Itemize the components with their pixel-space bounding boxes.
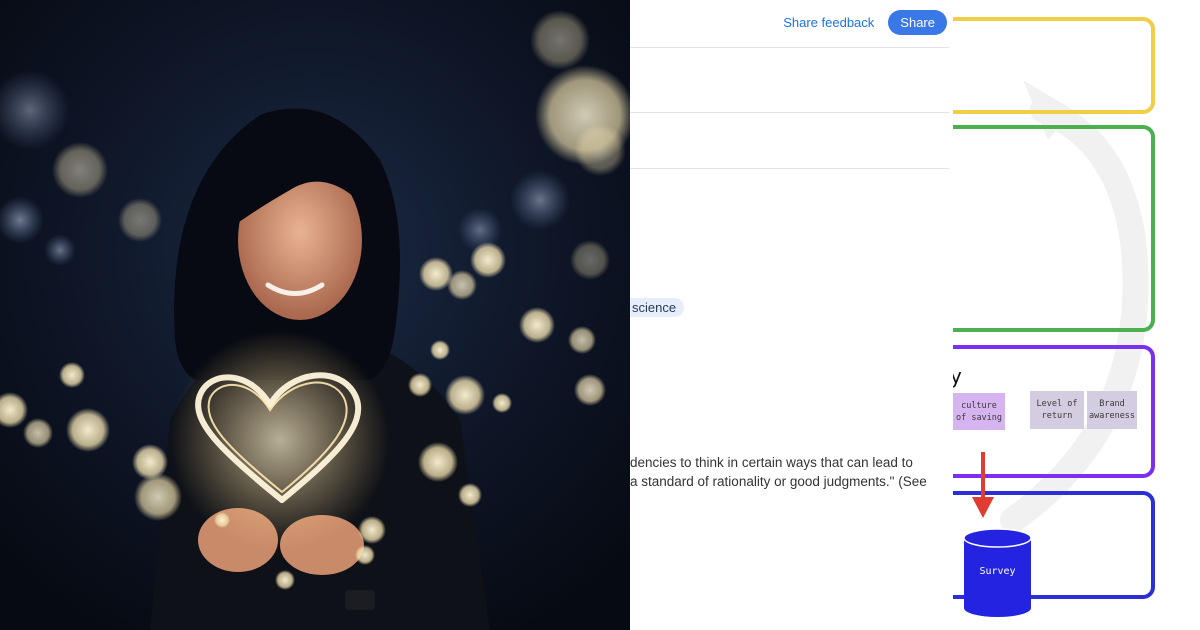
document-panel: Share feedback Share science dencies to … (630, 0, 953, 630)
body-line: a standard of rationality or good judgme… (630, 474, 927, 489)
body-paragraph: dencies to think in certain ways that ca… (630, 453, 953, 491)
divider-lower (630, 168, 949, 169)
night-portrait-photo (0, 0, 630, 630)
collage-banner: Share feedback Share science dencies to … (0, 0, 1200, 630)
divider-top (630, 47, 949, 48)
arrow-head-icon (972, 497, 994, 518)
body-line: dencies to think in certain ways that ca… (630, 455, 913, 470)
share-button[interactable]: Share (888, 10, 947, 35)
divider-middle (630, 112, 949, 113)
photo-panel (0, 0, 630, 630)
whiteboard-panel: y culture of saving Level of return Bran… (953, 0, 1200, 630)
database-label: Survey (979, 566, 1016, 577)
top-actions: Share feedback Share (783, 10, 947, 35)
share-feedback-link[interactable]: Share feedback (783, 15, 874, 30)
heart-lights-icon (170, 330, 390, 550)
flow-graphics (963, 452, 1032, 617)
wristwatch (345, 590, 375, 610)
topic-chip[interactable]: science (630, 298, 685, 317)
